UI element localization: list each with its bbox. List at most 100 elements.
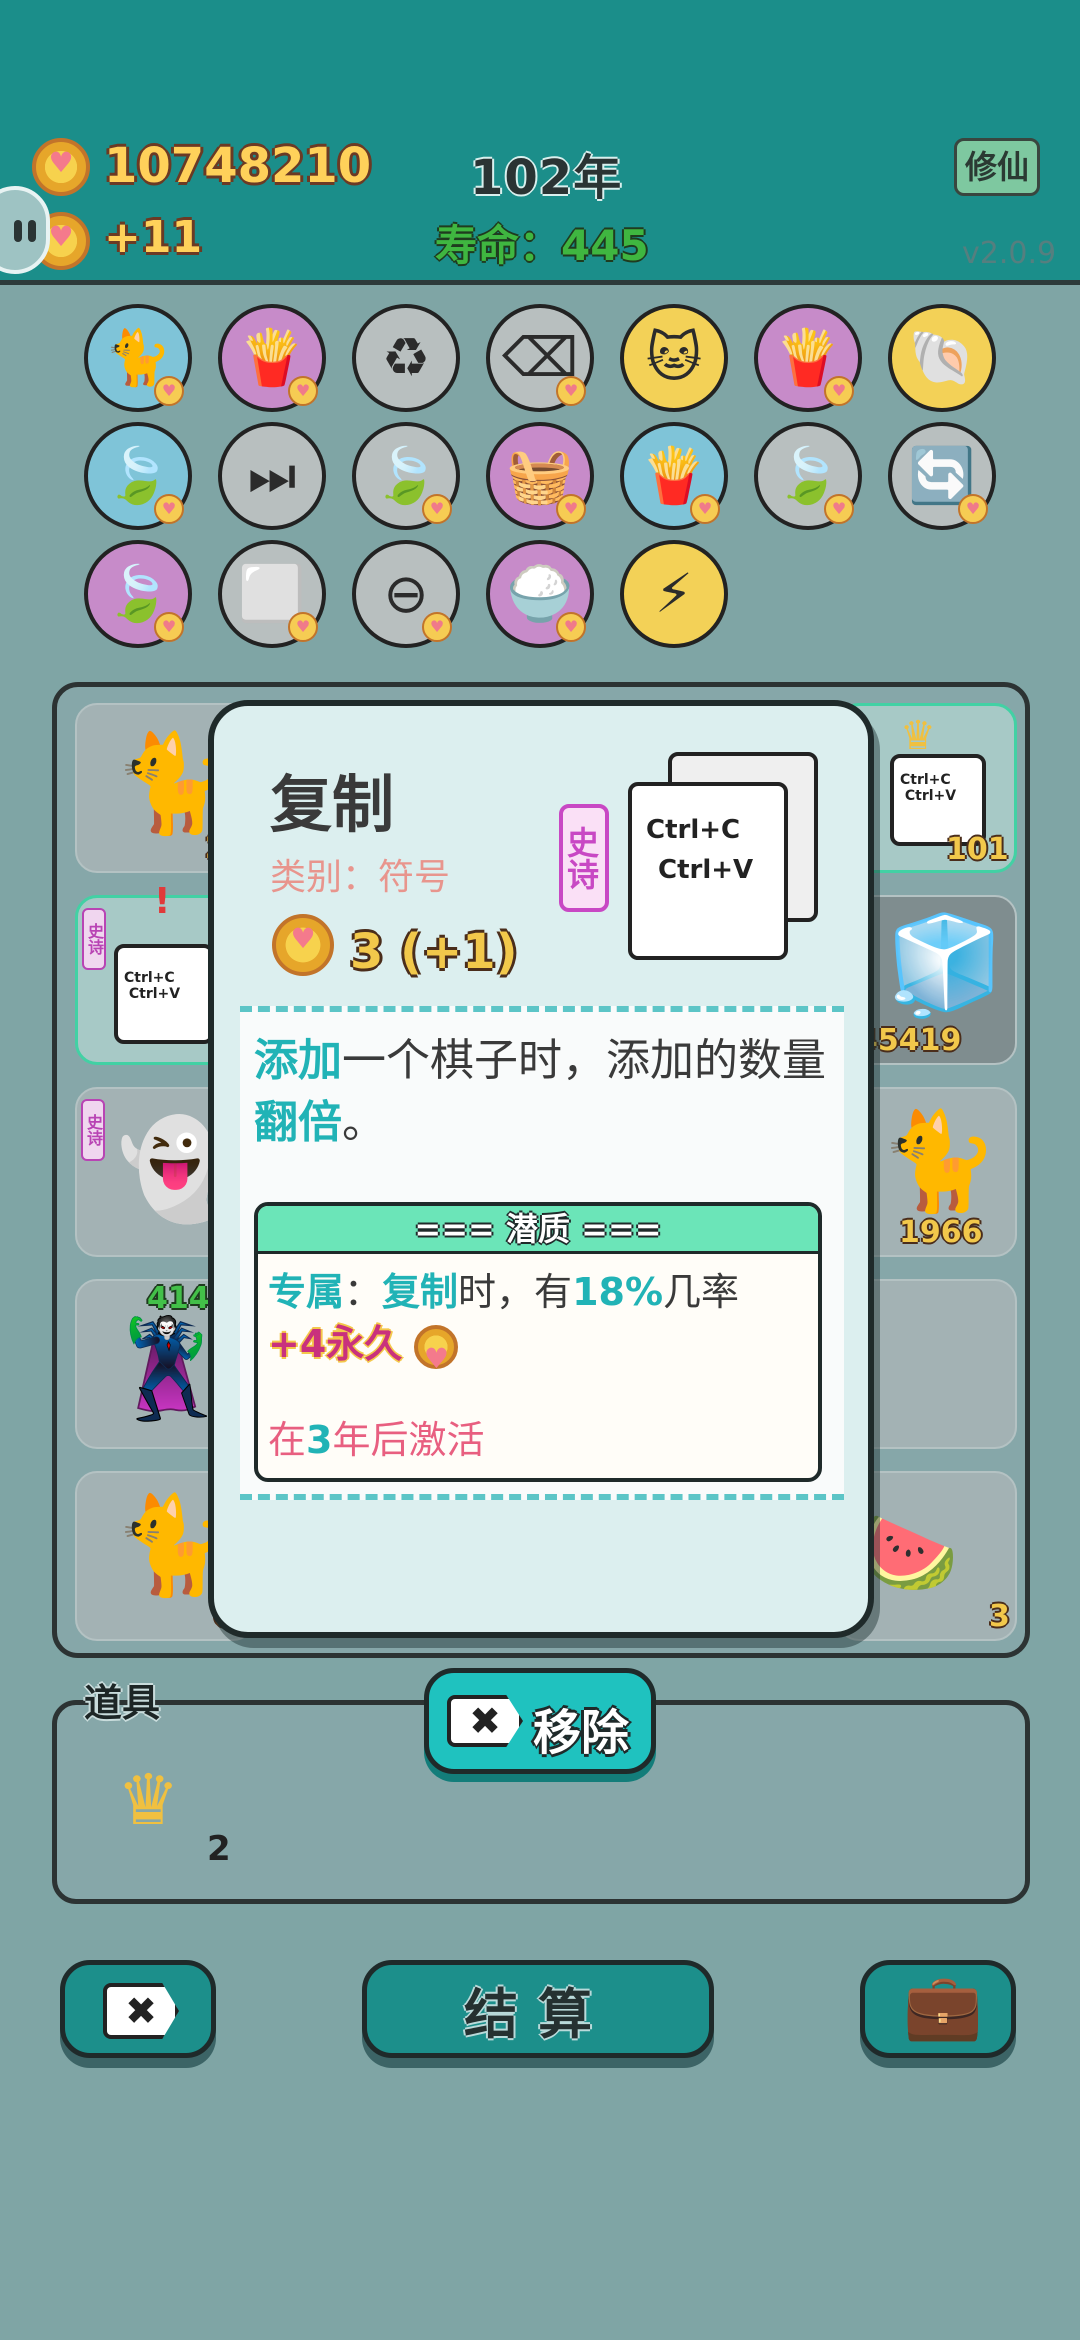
symbol-lightning[interactable]: ⚡ [620, 540, 728, 648]
coin-badge-icon: ♥ [690, 494, 720, 524]
crown-icon: ♛ [900, 713, 936, 759]
potential-title: === 潜质 === [258, 1206, 818, 1254]
symbol-fries[interactable]: 🍟 ♥ [620, 422, 728, 530]
coin-badge-icon: ♥ [556, 612, 586, 642]
coin-badge-icon: ♥ [288, 612, 318, 642]
version-label: v2.0.9 [962, 236, 1057, 271]
remove-icon: ✖ [447, 1695, 523, 1747]
coin-badge-icon: ♥ [288, 376, 318, 406]
cat-pair-icon: 🐱 [645, 326, 703, 389]
pot-act-years: 3 [306, 1418, 333, 1462]
coin-total: 10748210 [104, 138, 372, 194]
recycle-icon: ♻ [381, 326, 431, 389]
card-line2: Ctrl+V [658, 855, 754, 885]
pot-act-text: 年后激活 [332, 1418, 485, 1462]
symbol-cat-pair[interactable]: 🐱 [620, 304, 728, 412]
potential-activation: 在3年后激活 [268, 1414, 484, 1466]
potential-box: === 潜质 === 专属：复制时，有18%几率 +4永久 在3年后激活 [254, 1202, 822, 1482]
lightning-icon: ⚡ [655, 562, 693, 625]
symbol-detail-popup: 复制 类别：符号 史诗 Ctrl+C Ctrl+V 3 (+1) 添加一个棋子时… [208, 700, 874, 1638]
inventory-button[interactable]: 💼 [860, 1960, 1016, 2058]
minus-icon: ⊖ [383, 562, 429, 625]
coin-badge-icon: ♥ [958, 494, 988, 524]
pot-chance: 18% [572, 1270, 664, 1314]
cat-icon: 🐈 [879, 1105, 999, 1217]
symbol-recycle[interactable]: ♻ [352, 304, 460, 412]
pot-text: 几率 [663, 1270, 740, 1314]
copy-card-icon: Ctrl+C Ctrl+V [628, 782, 788, 960]
popup-description: 添加一个棋子时，添加的数量翻倍。 [254, 1030, 834, 1154]
symbol-fries[interactable]: 🍟 ♥ [218, 304, 326, 412]
discard-icon: ✖ [103, 1983, 179, 2039]
cell-count: 3 [989, 1599, 1010, 1634]
symbol-leaf[interactable]: 🍃 ♥ [352, 422, 460, 530]
symbol-skip[interactable]: ⏭ [218, 422, 326, 530]
desc-text: 一个棋子时，添加的数量 [342, 1035, 826, 1086]
briefcase-icon: 💼 [903, 1970, 983, 2044]
popup-rarity-tag: 史诗 [559, 804, 609, 912]
potential-bonus-line: +4永久 [268, 1318, 459, 1385]
desc-text-end: 。 [342, 1097, 386, 1148]
skip-icon: ⏭ [247, 444, 297, 507]
symbol-delete[interactable]: ⌫ ♥ [486, 304, 594, 412]
settle-label: 结算 [464, 1982, 612, 2046]
crown-count: 2 [207, 1829, 231, 1869]
alert-icon: ! [154, 881, 171, 922]
coin-badge-icon: ♥ [154, 612, 184, 642]
symbol-fruit-basket[interactable]: 🧺 ♥ [486, 422, 594, 530]
desc-keyword-double: 翻倍 [254, 1097, 342, 1148]
symbol-leaf[interactable]: 🍃 ♥ [84, 422, 192, 530]
symbol-cat[interactable]: 🐈 ♥ [84, 304, 192, 412]
coin-badge-icon: ♥ [824, 376, 854, 406]
shell-icon: 🐚 [908, 326, 976, 389]
popup-description-box: 添加一个棋子时，添加的数量翻倍。 === 潜质 === 专属：复制时，有18%几… [240, 1006, 844, 1500]
coin-icon [32, 138, 90, 196]
settle-button[interactable]: 结算 [362, 1960, 714, 2058]
symbol-rice[interactable]: 🍚 ♥ [486, 540, 594, 648]
rarity-tag: 史诗 [82, 908, 106, 970]
pot-keyword-exclusive: 专属 [268, 1270, 345, 1314]
remove-label: 移除 [533, 1705, 630, 1761]
crown-icon[interactable]: ♛ [117, 1765, 180, 1835]
rarity-tag: 史诗 [81, 1099, 105, 1161]
cell-count: 101 [946, 832, 1009, 867]
desc-keyword-add: 添加 [254, 1035, 342, 1086]
coin-icon [414, 1324, 459, 1385]
popup-title: 复制 [270, 768, 395, 841]
copy-card-icon: Ctrl+C Ctrl+V [114, 944, 214, 1044]
coin-badge-icon: ♥ [154, 376, 184, 406]
cell-count: 1966 [899, 1215, 983, 1250]
fridge-icon: 🧊 [885, 909, 1005, 1021]
year-counter: 102年 [470, 150, 623, 206]
coin-income: +11 [104, 212, 203, 263]
pot-bonus: +4永久 [268, 1322, 403, 1366]
lifespan: 寿命：445 [435, 221, 649, 270]
symbol-leaf[interactable]: 🍃 ♥ [84, 540, 192, 648]
pot-keyword-copy: 复制 [382, 1270, 459, 1314]
card-line1: Ctrl+C [646, 815, 741, 845]
coin-icon [272, 914, 334, 976]
symbol-shell[interactable]: 🐚 [888, 304, 996, 412]
top-bar: 10748210 +11 102年 寿命：445 修仙 v2.0.9 [0, 0, 1080, 285]
coin-badge-icon: ♥ [422, 494, 452, 524]
pot-text: 时，有 [458, 1270, 573, 1314]
popup-category: 类别：符号 [270, 857, 451, 898]
coin-badge-icon: ♥ [556, 494, 586, 524]
potential-line: 专属：复制时，有18%几率 [268, 1266, 739, 1318]
symbol-dice[interactable]: ⬜ ♥ [218, 540, 326, 648]
cell-count: 414 [147, 1281, 210, 1316]
pot-text: ： [344, 1270, 383, 1314]
symbol-leaf[interactable]: 🍃 ♥ [754, 422, 862, 530]
symbol-fries[interactable]: 🍟 ♥ [754, 304, 862, 412]
symbol-minus[interactable]: ⊖ ♥ [352, 540, 460, 648]
coin-badge-icon: ♥ [556, 376, 586, 406]
discard-button[interactable]: ✖ [60, 1960, 216, 2058]
coin-badge-icon: ♥ [422, 612, 452, 642]
popup-value: 3 (+1) [350, 924, 518, 980]
symbol-refresh[interactable]: 🔄 ♥ [888, 422, 996, 530]
item-bar-label: 道具 [84, 1681, 161, 1725]
xiuxian-button[interactable]: 修仙 [954, 138, 1040, 196]
coin-badge-icon: ♥ [154, 494, 184, 524]
remove-button[interactable]: ✖ 移除 [424, 1668, 656, 1774]
pot-act-text: 在 [268, 1418, 307, 1462]
